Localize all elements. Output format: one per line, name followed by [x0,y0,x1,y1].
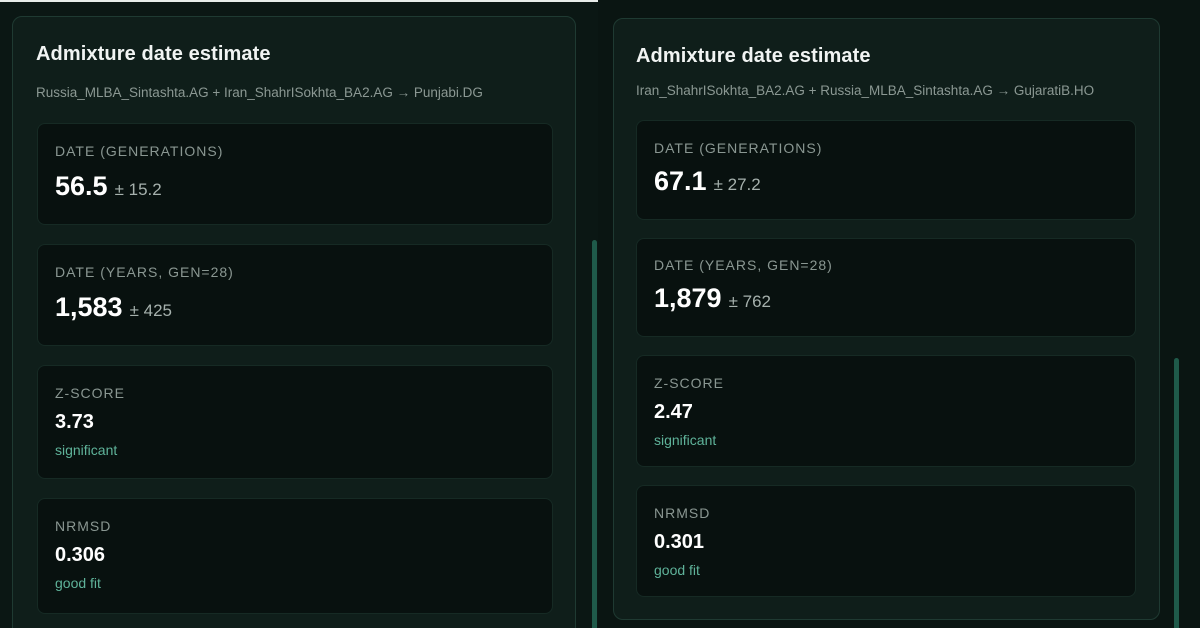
card-label: NRMSD [55,518,112,534]
nrmsd-note: good fit [654,562,700,578]
card-value-row: 1,879 ± 762 [654,283,771,314]
admixture-panel-2: Admixture date estimate Iran_ShahrISokht… [613,18,1160,620]
panel-subtitle: Iran_ShahrISokhta_BA2.AG + Russia_MLBA_S… [636,83,1095,98]
vertical-scrollbar[interactable] [592,240,597,628]
z-score-card: Z-SCORE 3.73 significant [37,365,553,479]
date-years-card: DATE (YEARS, GEN=28) 1,879 ± 762 [636,238,1136,337]
date-generations-value: 56.5 [55,171,108,201]
card-value-row: 56.5 ± 15.2 [55,171,162,202]
card-label: Z-SCORE [55,385,125,401]
z-score-value: 2.47 [654,401,693,423]
card-label: DATE (GENERATIONS) [55,143,224,159]
nrmsd-card: NRMSD 0.301 good fit [636,485,1136,597]
date-generations-value: 67.1 [654,166,707,196]
card-label: Z-SCORE [654,375,724,391]
card-value-row: 67.1 ± 27.2 [654,166,761,197]
date-generations-card: DATE (GENERATIONS) 56.5 ± 15.2 [37,123,553,225]
z-score-value: 3.73 [55,411,94,433]
panel-subtitle: Russia_MLBA_Sintashta.AG + Iran_ShahrISo… [36,85,483,100]
date-years-value: 1,879 [654,283,722,313]
vertical-scrollbar[interactable] [1174,358,1179,628]
nrmsd-value: 0.306 [55,544,106,566]
card-value-row: 1,583 ± 425 [55,292,172,323]
nrmsd-note: good fit [55,575,101,591]
screenshot-stage: Admixture date estimate Russia_MLBA_Sint… [0,0,1200,628]
card-label: DATE (YEARS, GEN=28) [654,257,833,273]
z-score-card: Z-SCORE 2.47 significant [636,355,1136,467]
date-years-error: ± 425 [129,301,172,320]
panel-title: Admixture date estimate [36,43,271,65]
left-pane: Admixture date estimate Russia_MLBA_Sint… [0,0,598,628]
card-label: DATE (YEARS, GEN=28) [55,264,234,280]
date-years-value: 1,583 [55,292,123,322]
panel-title: Admixture date estimate [636,45,871,67]
date-years-error: ± 762 [728,292,771,311]
right-pane: Admixture date estimate Iran_ShahrISokht… [598,0,1200,628]
date-generations-error: ± 15.2 [114,180,162,199]
admixture-panel-1: Admixture date estimate Russia_MLBA_Sint… [12,16,576,628]
date-years-card: DATE (YEARS, GEN=28) 1,583 ± 425 [37,244,553,346]
card-label: DATE (GENERATIONS) [654,140,823,156]
date-generations-error: ± 27.2 [713,175,761,194]
nrmsd-card: NRMSD 0.306 good fit [37,498,553,614]
nrmsd-value: 0.301 [654,531,705,553]
z-score-note: significant [654,432,717,448]
card-label: NRMSD [654,505,711,521]
z-score-note: significant [55,442,118,458]
date-generations-card: DATE (GENERATIONS) 67.1 ± 27.2 [636,120,1136,220]
